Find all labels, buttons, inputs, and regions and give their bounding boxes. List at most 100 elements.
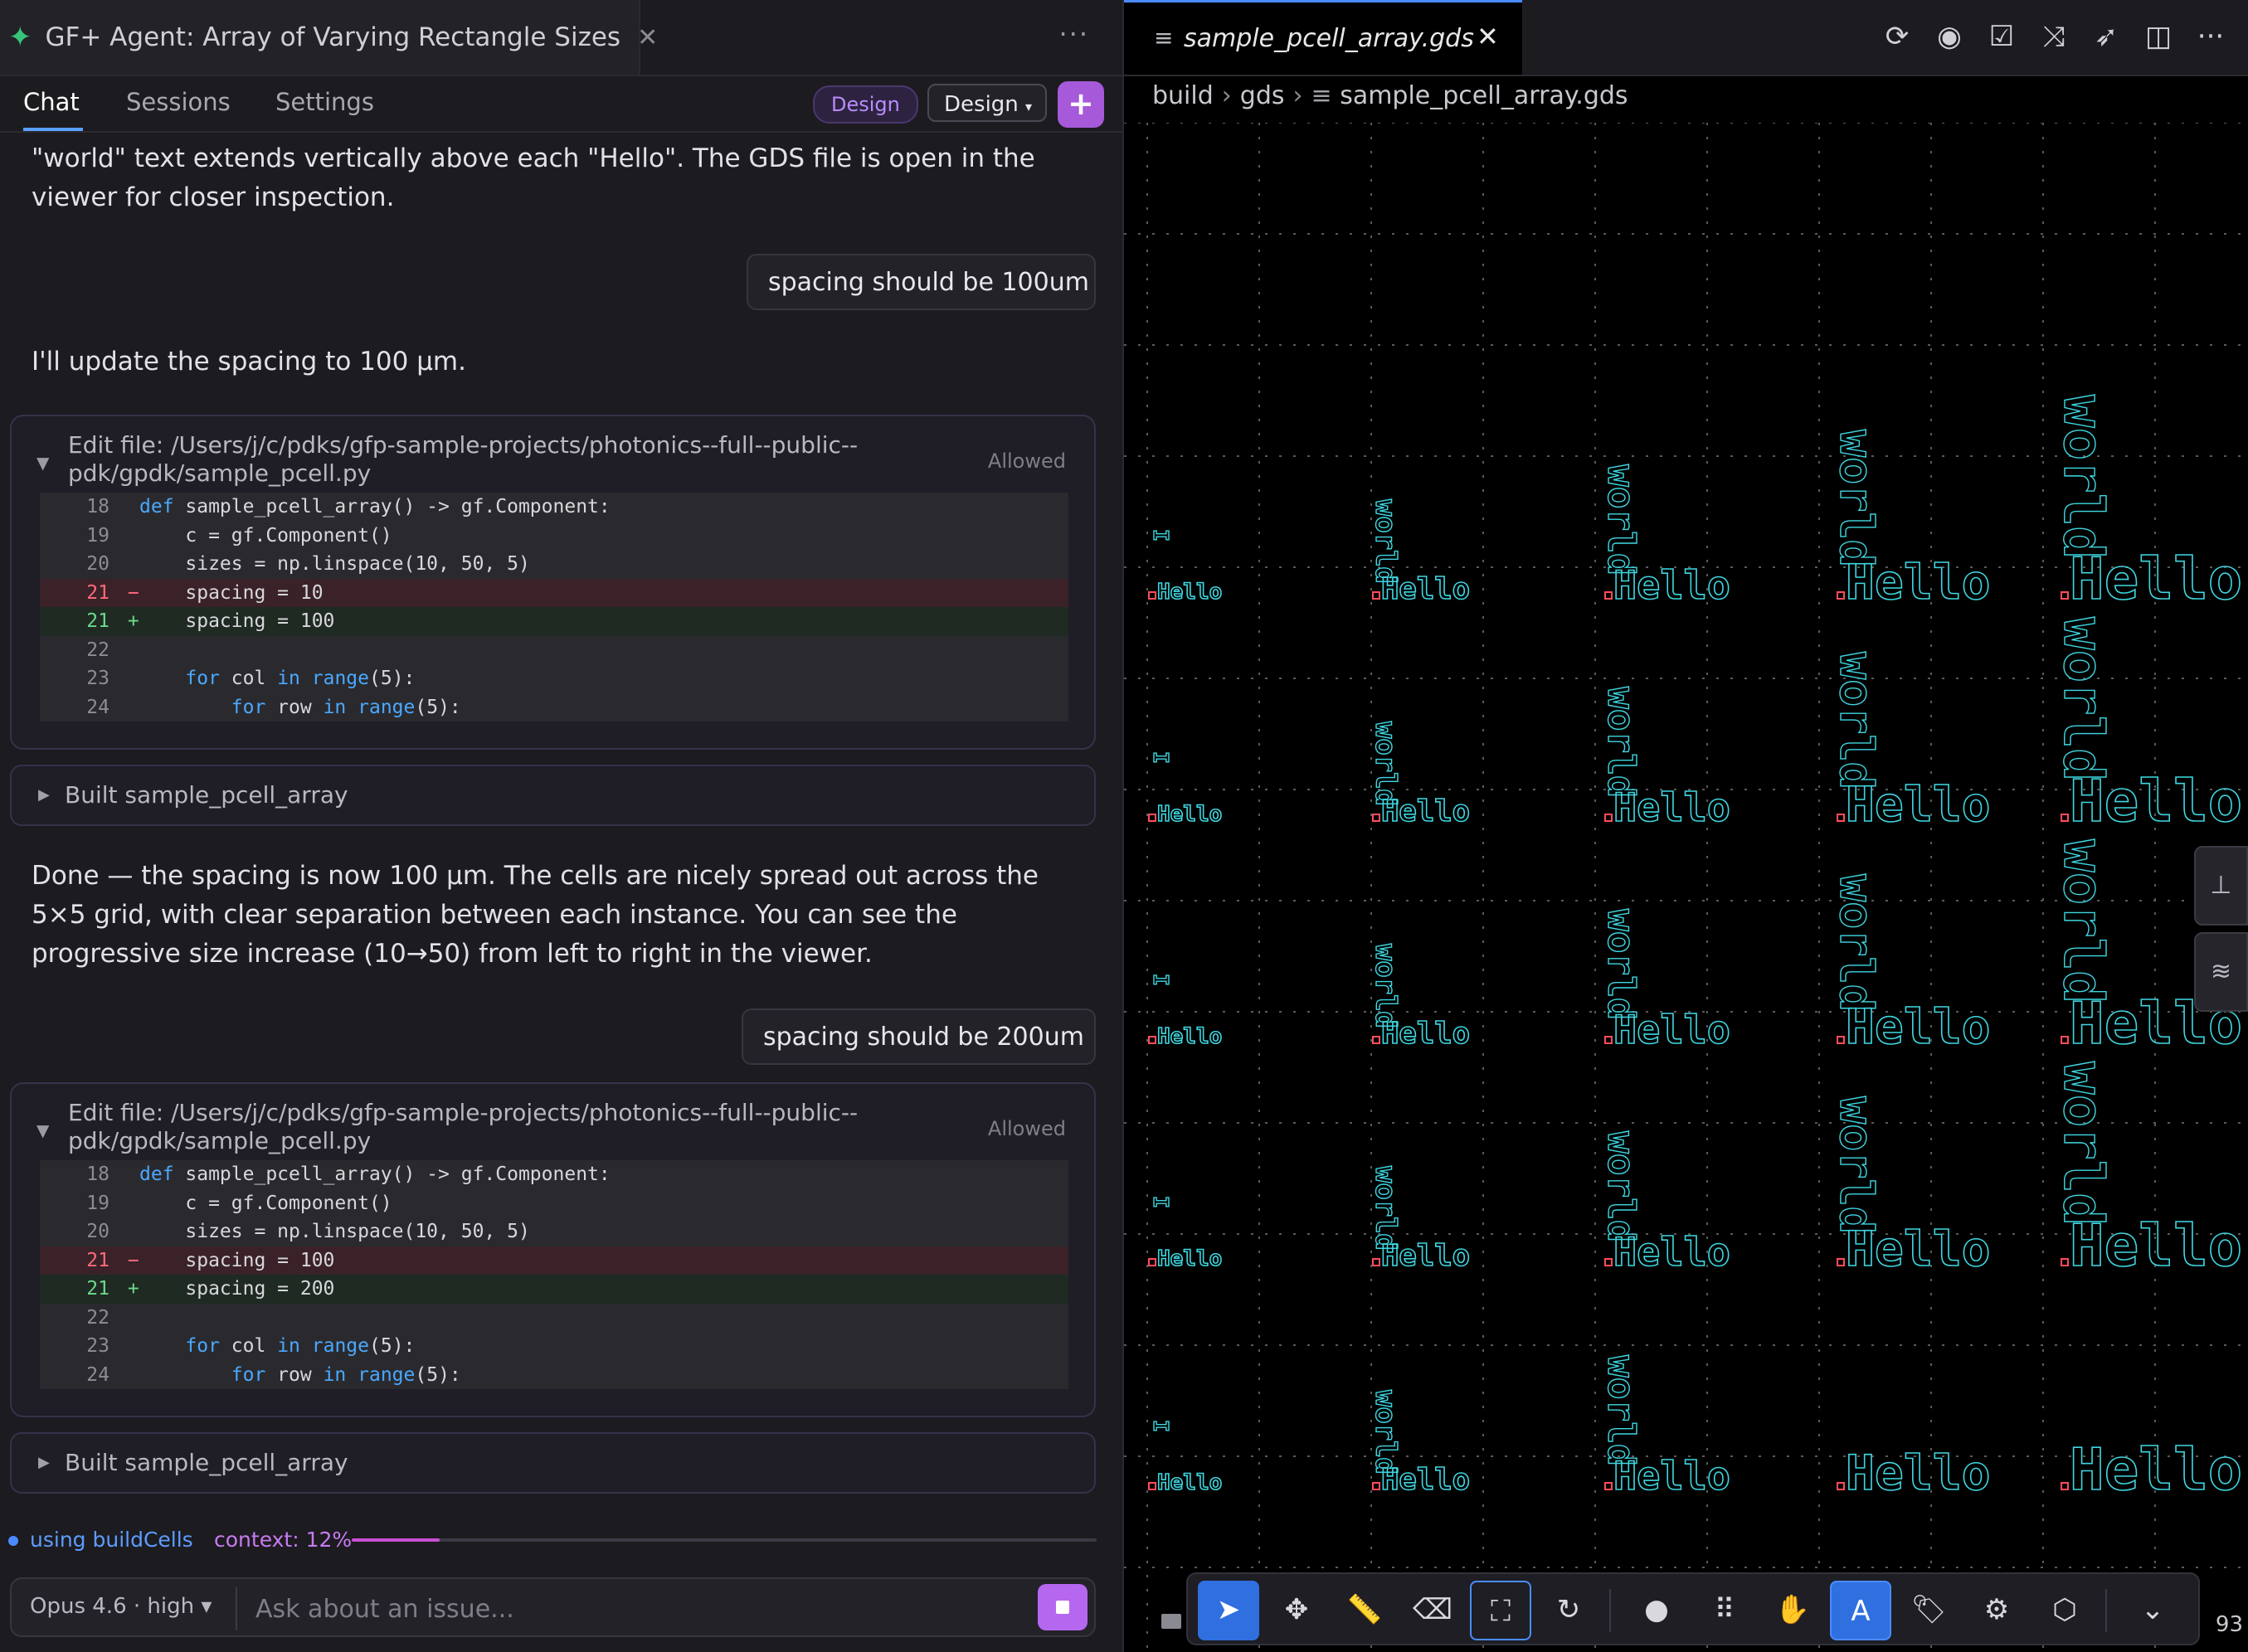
port-marker [1604, 814, 1613, 822]
port-marker [1372, 1258, 1380, 1266]
breadcrumb-item[interactable]: gds [1240, 81, 1285, 110]
layout-text-world: I [1149, 1196, 1173, 1208]
layout-text-world: world [1599, 1131, 1642, 1242]
mode-dropdown-label: Design [944, 92, 1019, 117]
layout-text-world: world [1599, 1355, 1642, 1466]
triangle-down-icon[interactable]: ▼ [36, 453, 49, 473]
edit-status: Allowed [987, 449, 1066, 473]
layout-text-hello: Hello [1157, 1024, 1222, 1049]
layout-text-world: world [1830, 652, 1883, 790]
layout-text-world: world [1599, 909, 1642, 1020]
more-icon[interactable]: ··· [2194, 20, 2227, 53]
rocket-icon[interactable]: ➶ [2090, 20, 2123, 53]
layout-canvas[interactable]: Hello I Hello I Hello I Hello I Hello I Hello world… [1124, 123, 2248, 1652]
shuffle-icon[interactable]: ⤨ [2037, 20, 2070, 53]
triangle-right-icon[interactable]: ▶ [38, 1454, 50, 1471]
tab-chat[interactable]: Chat [23, 88, 80, 116]
port-marker [2061, 1482, 2069, 1490]
built-label: Built sample_pcell_array [65, 781, 348, 809]
select-icon[interactable]: ➤ [1198, 1581, 1259, 1640]
line-number: 20 [86, 1221, 109, 1242]
code-line: 24 for row in range(5): [40, 1361, 1068, 1390]
mode-pill[interactable]: Design [813, 85, 918, 124]
eye-icon[interactable]: ◉ [1933, 20, 1966, 53]
layout-text-hello: Hello [1157, 802, 1222, 827]
text-icon[interactable]: A [1830, 1581, 1891, 1640]
gear-icon[interactable]: ⚙ [1966, 1581, 2027, 1640]
eraser-icon[interactable]: ⌫ [1402, 1581, 1463, 1640]
fit-icon[interactable]: ⛶ [1470, 1581, 1531, 1640]
layout-text-world: I [1149, 529, 1173, 542]
hand-icon[interactable]: ✋ [1762, 1581, 1823, 1640]
layout-text-world: world [2051, 617, 2115, 781]
ruler-icon[interactable]: 📏 [1334, 1581, 1395, 1640]
line-number: 23 [86, 1335, 109, 1357]
breadcrumb-item[interactable]: build [1152, 81, 1214, 110]
layout-text-world: world [1370, 722, 1402, 806]
minimize-icon[interactable] [1161, 1614, 1181, 1629]
agent-tab[interactable]: ✦ GF+ Agent: Array of Varying Rectangle … [0, 0, 658, 75]
diff-marker: + [116, 1278, 139, 1300]
port-marker [2061, 1036, 2069, 1044]
edit-file-card[interactable]: ▼ Edit file: /Users/j/c/pdks/gfp-sample-… [10, 415, 1096, 750]
port-marker [1837, 1258, 1845, 1266]
agent-tab-title: GF+ Agent: Array of Varying Rectangle Si… [45, 22, 621, 52]
close-icon[interactable]: ✕ [637, 23, 658, 52]
cube-icon[interactable]: ⬡ [2034, 1581, 2095, 1640]
user-message: spacing should be 100um [747, 254, 1096, 310]
line-number: 23 [86, 668, 109, 689]
page-number: 93 [2215, 1612, 2243, 1637]
reload-icon[interactable]: ⟳ [1881, 20, 1914, 53]
triangle-down-icon[interactable]: ▼ [36, 1120, 49, 1140]
circle-icon[interactable]: ● [1626, 1581, 1687, 1640]
edit-file-card[interactable]: ▼ Edit file: /Users/j/c/pdks/gfp-sample-… [10, 1082, 1096, 1417]
split-icon[interactable]: ◫ [2142, 20, 2175, 53]
rotate-icon[interactable]: ↻ [1538, 1581, 1599, 1640]
triangle-right-icon[interactable]: ▶ [38, 786, 50, 804]
new-session-button[interactable]: + [1058, 81, 1104, 128]
grid-icon[interactable]: ⠿ [1694, 1581, 1755, 1640]
edit-file-title: Edit file: /Users/j/c/pdks/gfp-sample-pr… [68, 431, 859, 487]
divider [2105, 1589, 2107, 1632]
tag-icon[interactable]: 🏷 [1898, 1581, 1959, 1640]
layout-text-world: world [1830, 430, 1883, 567]
stop-button[interactable] [1038, 1584, 1088, 1630]
layers-icon[interactable]: ≋ [2194, 932, 2248, 1012]
line-number: 19 [86, 1192, 109, 1214]
check-icon[interactable]: ☑ [1985, 20, 2018, 53]
model-selector[interactable]: Opus 4.6 · high ▾ [30, 1594, 212, 1619]
mode-dropdown[interactable]: Design ▾ [927, 84, 1047, 122]
built-card[interactable]: ▶ Built sample_pcell_array [10, 765, 1096, 826]
layout-text-hello: Hello [1157, 1246, 1222, 1271]
chevron-down-icon[interactable]: ⌄ [2122, 1581, 2183, 1640]
chat-input[interactable] [254, 1589, 1004, 1629]
close-icon[interactable]: ✕ [1477, 21, 1499, 52]
more-icon[interactable]: ··· [1058, 18, 1089, 50]
port-marker [1372, 1482, 1380, 1490]
layout-text-world: I [1149, 974, 1173, 986]
code-line: 22 [40, 1304, 1068, 1333]
layout-text-world: world [1370, 944, 1402, 1028]
built-label: Built sample_pcell_array [65, 1449, 348, 1476]
port-marker [1837, 591, 1845, 600]
tab-settings[interactable]: Settings [275, 88, 374, 116]
code-line: 22 [40, 636, 1068, 665]
layout-text-world: world [2051, 839, 2115, 1003]
code-text: sizes = np.linspace(10, 50, 5) [139, 1221, 530, 1242]
port-marker [1372, 1036, 1380, 1044]
move-icon[interactable]: ✥ [1266, 1581, 1327, 1640]
code-line: 24 for row in range(5): [40, 693, 1068, 722]
port-marker [1148, 1036, 1156, 1044]
active-tab-indicator [23, 128, 83, 131]
tab-sessions[interactable]: Sessions [126, 88, 231, 116]
file-tab[interactable]: ≡ sample_pcell_array.gds ✕ [1124, 0, 1522, 75]
hierarchy-icon[interactable]: ⊥ [2194, 846, 2248, 926]
diff-marker: − [116, 581, 139, 604]
code-text: sizes = np.linspace(10, 50, 5) [139, 553, 530, 575]
breadcrumb-item[interactable]: sample_pcell_array.gds [1340, 81, 1628, 110]
code-text: spacing = 100 [139, 610, 335, 632]
diff-marker [116, 522, 139, 551]
built-card[interactable]: ▶ Built sample_pcell_array [10, 1432, 1096, 1494]
code-line: 21 − spacing = 10 [40, 578, 1068, 607]
code-line: 21 + spacing = 200 [40, 1275, 1068, 1304]
